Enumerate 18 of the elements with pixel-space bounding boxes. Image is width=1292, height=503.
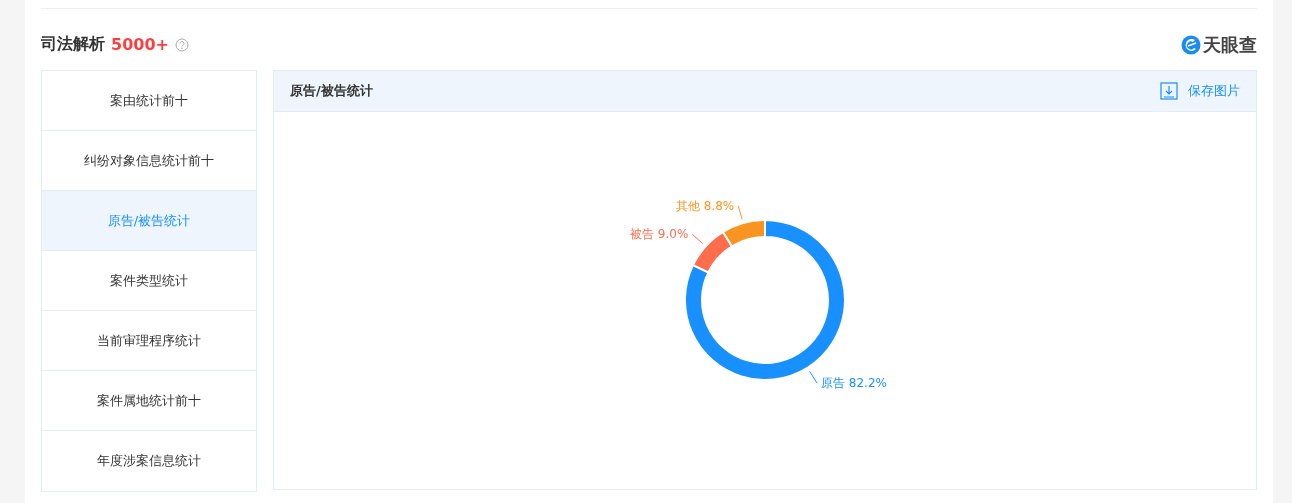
data-label: 其他 8.8%	[675, 198, 735, 213]
download-icon	[1160, 82, 1178, 100]
logo-icon	[1181, 34, 1201, 55]
panel-title: 原告/被告统计	[290, 82, 373, 100]
data-label: 原告 82.2%	[821, 376, 887, 391]
sidebar-tab[interactable]: 案由统计前十	[42, 71, 256, 131]
leader-line	[809, 370, 818, 384]
sidebar-tab[interactable]: 年度涉案信息统计	[42, 431, 256, 491]
leader-line	[737, 205, 743, 220]
data-label: 被告 9.0%	[630, 227, 689, 242]
sidebar-tab[interactable]: 案件类型统计	[42, 251, 256, 311]
leader-line	[691, 233, 704, 245]
sidebar-tab[interactable]: 当前审理程序统计	[42, 311, 256, 371]
result-count: 5000+	[111, 35, 169, 54]
help-icon[interactable]	[174, 37, 189, 52]
section-title: 司法解析	[41, 34, 105, 55]
sidebar-tab[interactable]: 案件属地统计前十	[42, 371, 256, 431]
logo-text: 天眼查	[1203, 32, 1257, 57]
